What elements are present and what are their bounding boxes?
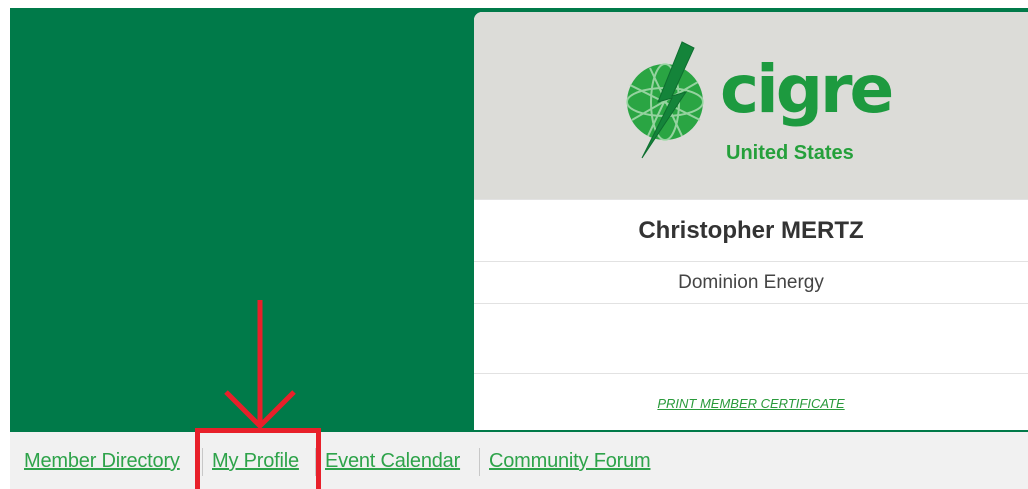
- member-name: Christopher MERTZ: [474, 199, 1028, 261]
- highlight-box: [195, 428, 321, 489]
- nav-member-directory[interactable]: Member Directory: [24, 450, 180, 473]
- print-certificate-link[interactable]: PRINT MEMBER CERTIFICATE: [657, 396, 844, 411]
- nav-event-calendar[interactable]: Event Calendar: [325, 450, 460, 473]
- card-header: cigre United States: [474, 12, 1028, 199]
- logo-subtitle: United States: [726, 142, 854, 164]
- globe-lightning-icon: [626, 41, 704, 159]
- member-company: Dominion Energy: [474, 261, 1028, 303]
- cigre-logo: cigre United States: [620, 40, 900, 180]
- nav-community-forum[interactable]: Community Forum: [489, 450, 651, 473]
- empty-row: [474, 303, 1028, 373]
- certificate-row: PRINT MEMBER CERTIFICATE: [474, 373, 1028, 430]
- nav-separator: [479, 448, 480, 476]
- nav-bar: Member Directory My Profile Event Calend…: [10, 432, 1028, 489]
- member-card: cigre United States Christopher MERTZ Do…: [474, 12, 1028, 430]
- logo-wordmark: cigre: [720, 51, 894, 128]
- down-arrow-icon: [224, 300, 296, 430]
